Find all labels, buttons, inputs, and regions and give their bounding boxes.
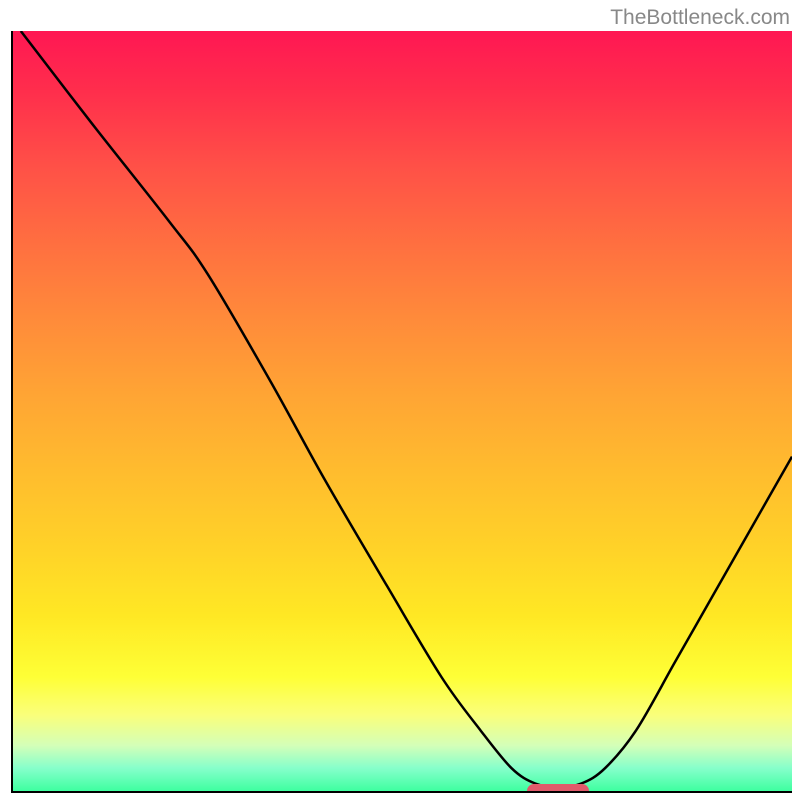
- bottleneck-chart: TheBottleneck.com: [0, 0, 800, 800]
- optimal-range-marker: [527, 784, 589, 793]
- plot-area: [11, 31, 792, 793]
- performance-curve: [13, 31, 792, 791]
- watermark-text: TheBottleneck.com: [610, 6, 790, 30]
